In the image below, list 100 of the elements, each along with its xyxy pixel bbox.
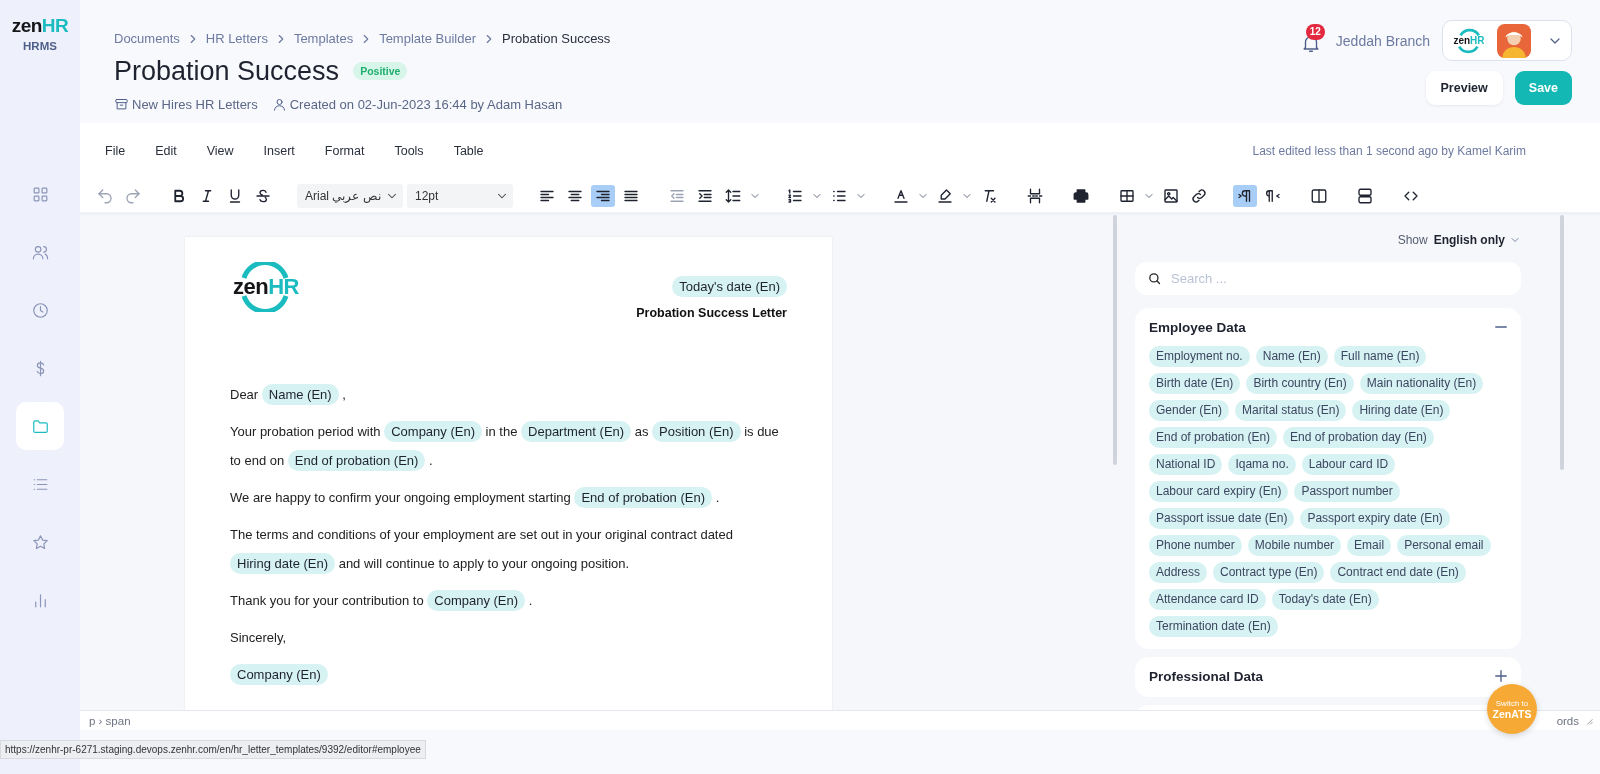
field-tag[interactable]: Birth date (En) [1149,373,1241,394]
field-tag[interactable]: Marital status (En) [1235,400,1347,421]
search-field[interactable]: Search ... [1135,262,1521,295]
search-icon [1147,271,1162,286]
field-tag[interactable]: Main nationality (En) [1359,373,1484,394]
company-logo: zenHR [1451,26,1487,55]
line-height-icon [724,186,742,205]
menu-item[interactable]: Insert [255,140,303,162]
marker-icon [936,186,954,205]
printer-icon [1072,186,1090,205]
merge-field[interactable]: End of probation (En) [574,487,712,508]
merge-field[interactable]: Hiring date (En) [230,553,336,574]
product-name: HRMS [23,40,57,52]
field-tag[interactable]: End of probation (En) [1149,427,1278,448]
breadcrumb-current: Probation Success [501,31,611,46]
field-tag[interactable]: Name (En) [1255,346,1328,367]
image-icon [1162,186,1180,205]
field-tag[interactable]: Passport issue date (En) [1149,508,1295,529]
merge-field[interactable]: Today's date (En) [672,276,787,297]
avatar-icon [1497,23,1531,58]
preview-button[interactable]: Preview [1425,71,1503,105]
redo-icon [124,186,142,205]
field-tag[interactable]: National ID [1149,454,1223,475]
letter-paragraph: Thank you for your contribution to Company (En) . [230,586,787,615]
field-tag[interactable]: Hiring date (En) [1352,400,1451,421]
field-tag[interactable]: Contract end date (En) [1330,562,1466,583]
undo-icon [96,186,114,205]
category-text: New Hires HR Letters [132,97,258,112]
language-dropdown[interactable]: English only [1433,233,1521,247]
clock-icon [30,300,50,320]
left-to-right-button[interactable] [1233,184,1257,207]
merge-field[interactable]: End of probation (En) [287,450,426,471]
merge-field[interactable]: Company (En) [384,421,482,442]
field-tag[interactable]: Passport expiry date (En) [1300,508,1450,529]
letter-paragraph: Your probation period with Company (En) in the Department (En) as Position (En) is due to end on End of probation (En) . [230,417,787,475]
field-tag[interactable]: Personal email [1397,535,1491,556]
expand-button[interactable] [1495,670,1507,682]
menu-item[interactable]: Format [316,140,373,162]
breadcrumb-link[interactable]: Documents [114,31,180,46]
page-title: Probation Success [114,55,340,88]
field-tag[interactable]: Full name (En) [1333,346,1427,367]
field-tag[interactable]: End of probation day (En) [1283,427,1434,448]
field-tag[interactable]: Labour card expiry (En) [1149,481,1289,502]
account-switcher[interactable]: zenHR [1442,20,1572,61]
breadcrumb-link[interactable]: HR Letters [205,31,268,46]
field-tag[interactable]: Address [1149,562,1208,583]
field-tag[interactable]: Contract type (En) [1213,562,1325,583]
archive-box-icon [114,97,129,112]
menu-item[interactable]: File [97,140,134,162]
field-tag[interactable]: Labour card ID [1301,454,1396,475]
merge-field[interactable]: Company (En) [427,590,526,611]
two-rows-icon [1356,186,1374,205]
link-icon [1190,186,1208,205]
letter-paragraph: Sincerely, [230,629,288,647]
show-label: Show [1397,233,1428,247]
field-tag[interactable]: Today's date (En) [1271,589,1379,610]
merge-field[interactable]: Position (En) [652,421,741,442]
breadcrumb-link[interactable]: Template Builder [379,31,476,46]
user-icon [271,97,287,112]
star-icon [30,532,50,552]
menu-item[interactable]: View [198,140,242,162]
field-tag[interactable]: Birth country (En) [1246,373,1354,394]
letter-heading: Probation Success Letter [636,306,787,320]
field-tag[interactable]: Attendance card ID [1149,589,1266,610]
minus-icon [1495,325,1507,329]
field-tag[interactable]: Iqama no. [1228,454,1296,475]
field-tag[interactable]: Employment no. [1149,346,1250,367]
notification-count: 12 [1305,23,1325,40]
scrollbar[interactable] [1560,215,1564,470]
app-logo: zenHR [11,16,69,36]
two-columns-icon [1310,186,1328,205]
link-url-tooltip: https://zenhr-pr-6271.staging.devops.zenhr.com/en/hr_letter_templates/9392/editor#employee [0,740,426,759]
field-tag[interactable]: Phone number [1149,535,1242,556]
breadcrumb-link[interactable]: Templates [293,31,354,46]
merge-field[interactable]: Department (En) [521,421,632,442]
menu-item[interactable]: Table [445,140,492,162]
company-logo: zenHR [230,262,302,312]
group-title: Employee Data [1149,319,1246,335]
field-tag[interactable]: Mobile number [1247,535,1342,556]
field-tag[interactable]: Email [1347,535,1392,556]
merge-field[interactable]: Name (En) [261,384,339,405]
group-title: Professional Data [1149,668,1264,684]
menu-item[interactable]: Edit [147,140,185,162]
last-edited-text: Last edited less than 1 second ago by Kamel Karim [1252,144,1526,158]
page-break-icon [1026,186,1044,205]
field-tag[interactable]: Gender (En) [1149,400,1230,421]
field-tag[interactable]: Termination date (En) [1149,616,1278,637]
word-count: ords [1556,714,1579,727]
letter-paragraph: Dear Name (En) , [230,380,787,409]
merge-field[interactable]: Company (En) [230,664,328,685]
align-right-button[interactable] [591,184,615,207]
field-tag[interactable]: Passport number [1294,481,1400,502]
menu-item[interactable]: Tools [386,140,432,162]
letter-paragraph: The terms and conditions of your employment are set out in your original contract dated Hiring date (En) and will continue to apply to your ongoing position. [230,520,787,578]
font-dropdown[interactable]: 12pt [407,183,513,208]
created-text: Created on 02-Jun-2023 16:44 by Adam Hasan [289,97,563,112]
numbered-list-icon [786,186,804,205]
scrollbar[interactable] [1113,215,1117,465]
font-dropdown[interactable]: Arial نص عربي [297,183,403,208]
letter-paragraph: We are happy to confirm your ongoing employment starting End of probation (En) . [230,483,787,512]
